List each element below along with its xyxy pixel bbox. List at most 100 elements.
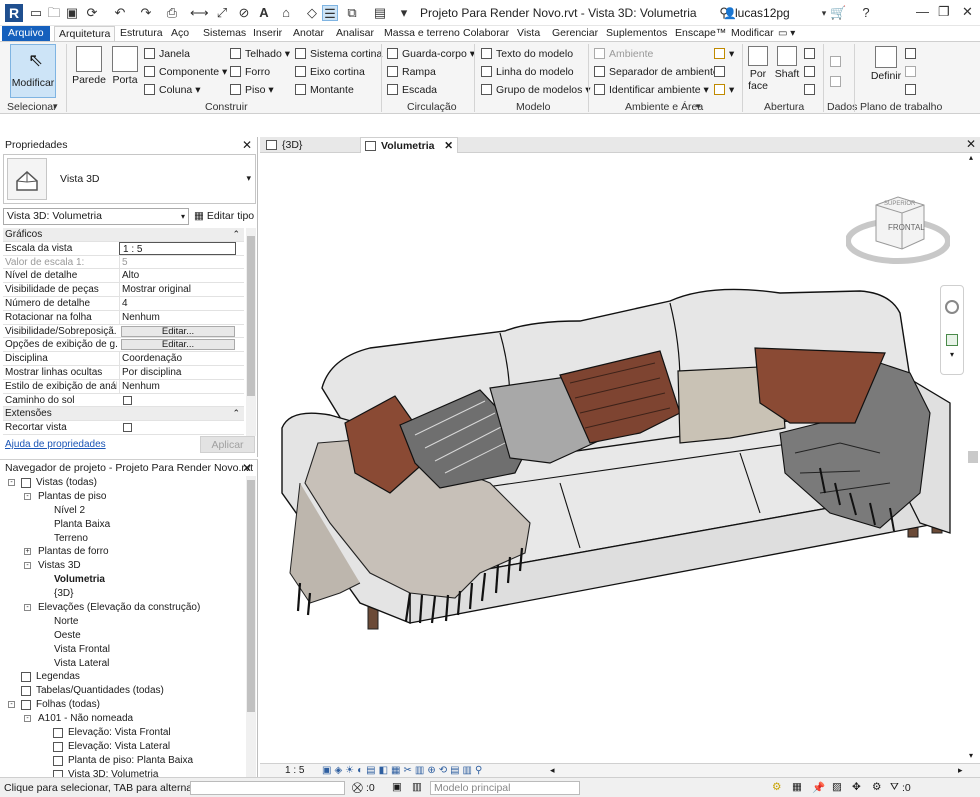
show-workplane-icon[interactable] (905, 46, 920, 62)
tab-anotar[interactable]: Anotar (293, 26, 324, 41)
property-value[interactable]: 4 (119, 296, 244, 311)
tree-item[interactable]: Legendas (0, 670, 246, 684)
filter-icon[interactable]: ⛛ (890, 781, 899, 794)
close-icon[interactable]: ✕ (242, 137, 252, 153)
open-folder-icon[interactable]: 🗀 (46, 5, 62, 21)
properties-help-link[interactable]: Ajuda de propriedades (5, 439, 106, 450)
modificar-button[interactable]: ⇖ Modificar (10, 44, 56, 98)
type-dropdown-icon[interactable]: ▾ (246, 173, 251, 184)
3d-viewport[interactable]: SUPERIOR FRONTAL ▾ (260, 153, 980, 763)
property-value[interactable]: Por disciplina (119, 365, 244, 380)
status-workset-field[interactable] (190, 781, 345, 795)
janela-button[interactable]: Janela (144, 46, 190, 62)
porta-button[interactable]: Porta (110, 46, 140, 86)
tab-colaborar[interactable]: Colaborar (463, 26, 509, 41)
tag-area-icon[interactable]: ▾ (714, 82, 734, 98)
editable-only-icon[interactable]: ⛒ (352, 782, 363, 795)
browser-scrollbar[interactable] (246, 476, 256, 778)
properties-scrollbar[interactable] (246, 228, 256, 436)
model-options-icon[interactable]: ▥ (412, 781, 422, 793)
view-control-icons[interactable]: ▣◈☀◐▤◧▦✂▥⊕⟲▤▥⚲ (322, 764, 485, 777)
property-value[interactable]: Alto (119, 269, 244, 284)
area-icon[interactable]: ▾ (714, 46, 734, 62)
background-process-icon[interactable]: ⚙ (872, 781, 881, 793)
edit-button[interactable]: Editar... (121, 339, 235, 351)
property-checkbox[interactable] (123, 395, 132, 405)
linha-modelo-button[interactable]: Linha do modelo (481, 64, 574, 80)
scroll-thumb[interactable] (968, 451, 978, 463)
tab-enscape[interactable]: Enscape™ (675, 26, 726, 41)
rampa-button[interactable]: Rampa (387, 64, 436, 80)
select-by-face-icon[interactable]: ▨ (832, 781, 842, 793)
close-icon[interactable]: ✕ (962, 4, 973, 20)
help-icon[interactable]: ? (858, 5, 874, 21)
tab-estrutura[interactable]: Estrutura (120, 26, 163, 41)
grid-icon[interactable] (830, 74, 845, 90)
scroll-right-icon[interactable]: ▸ (958, 764, 963, 777)
save-icon[interactable]: ▣ (64, 5, 80, 21)
measure-icon[interactable]: ⟷ (190, 5, 209, 21)
section-icon[interactable]: ◇ (304, 5, 320, 21)
edit-type-button[interactable]: ▦ Editar tipo (194, 208, 254, 225)
redo-icon[interactable]: ↷ (138, 5, 154, 21)
tree-item[interactable]: Volumetria (0, 573, 246, 587)
tree-item[interactable]: Terreno (0, 532, 246, 546)
tree-item[interactable]: Tabelas/Quantidades (todas) (0, 684, 246, 698)
tab-3d[interactable]: {3D} (262, 137, 358, 153)
tab-sistemas[interactable]: Sistemas (203, 26, 246, 41)
area-boundary-icon[interactable] (714, 64, 729, 80)
tab-gerenciar[interactable]: Gerenciar (552, 26, 598, 41)
tree-item[interactable]: Elevação: Vista Frontal (0, 726, 246, 740)
zoom-dropdown-icon[interactable]: ▾ (950, 350, 954, 359)
ribbon-options-icon[interactable]: ▭ ▾ (778, 26, 795, 41)
tag-icon[interactable]: ⊘ (236, 5, 252, 21)
definir-button[interactable]: Definir (870, 46, 902, 82)
sistema-cortina-button[interactable]: Sistema cortina (295, 46, 382, 62)
tree-item[interactable]: + Plantas de forro (0, 545, 246, 559)
select-pinned-icon[interactable]: 📌 (812, 781, 825, 794)
collapse-icon[interactable]: - (24, 715, 31, 723)
apply-button[interactable]: Aplicar (200, 436, 255, 453)
collapse-icon[interactable]: - (24, 562, 31, 570)
viewcube[interactable]: SUPERIOR FRONTAL (845, 193, 951, 273)
texto-modelo-button[interactable]: Texto do modelo (481, 46, 573, 62)
collapse-icon[interactable]: - (8, 479, 15, 486)
type-selector[interactable]: Vista 3D ▾ (3, 154, 256, 204)
selecionar-dropdown-icon[interactable]: ▾ (53, 101, 58, 112)
property-value[interactable]: Coordenação (119, 352, 244, 366)
piso-button[interactable]: Piso ▾ (230, 82, 274, 98)
tab-analisar[interactable]: Analisar (336, 26, 374, 41)
active-model-select[interactable]: Modelo principal (430, 781, 580, 795)
tree-item[interactable]: - A101 - Não nomeada (0, 712, 246, 726)
tab-massa-terreno[interactable]: Massa e terreno (384, 26, 460, 41)
tree-item[interactable]: Nível 2 (0, 504, 246, 518)
zoom-icon[interactable] (946, 334, 958, 346)
restore-icon[interactable]: ❐ (938, 4, 950, 20)
tree-item[interactable]: - Plantas de piso (0, 490, 246, 504)
por-face-button[interactable]: Por face (745, 46, 771, 92)
collapse-icon[interactable]: - (24, 604, 31, 612)
tab-inserir[interactable]: Inserir (253, 26, 282, 41)
collapse-icon[interactable]: - (8, 701, 15, 709)
collapse-icon[interactable]: ⌃ (232, 228, 240, 242)
coluna-button[interactable]: Coluna ▾ (144, 82, 200, 98)
close-all-tabs-icon[interactable]: ✕ (966, 137, 976, 151)
close-tab-icon[interactable]: ✕ (444, 138, 453, 154)
selecionar-label[interactable]: Selecionar (7, 101, 57, 113)
select-links-icon[interactable]: ⚙ (772, 781, 781, 793)
tab-suplementos[interactable]: Suplementos (606, 26, 667, 41)
minimize-icon[interactable]: — (916, 4, 929, 19)
tab-modificar[interactable]: Modificar (731, 26, 774, 41)
scroll-left-icon[interactable]: ◂ (550, 764, 555, 777)
tree-item[interactable]: - Vistas (todas) (0, 476, 246, 490)
collapse-icon[interactable]: - (24, 492, 31, 500)
expand-icon[interactable]: + (24, 548, 31, 556)
store-icon[interactable]: 🛒 (830, 5, 846, 21)
componente-button[interactable]: Componente ▾ (144, 64, 227, 80)
dormer-opening-icon[interactable] (804, 82, 819, 98)
steering-wheel-icon[interactable] (945, 300, 959, 314)
property-value[interactable]: Nenhum (119, 379, 244, 394)
align-dimension-icon[interactable]: ⤢ (214, 5, 230, 21)
tree-item[interactable]: - Elevações (Elevação da construção) (0, 601, 246, 615)
tree-item[interactable]: Oeste (0, 629, 246, 643)
